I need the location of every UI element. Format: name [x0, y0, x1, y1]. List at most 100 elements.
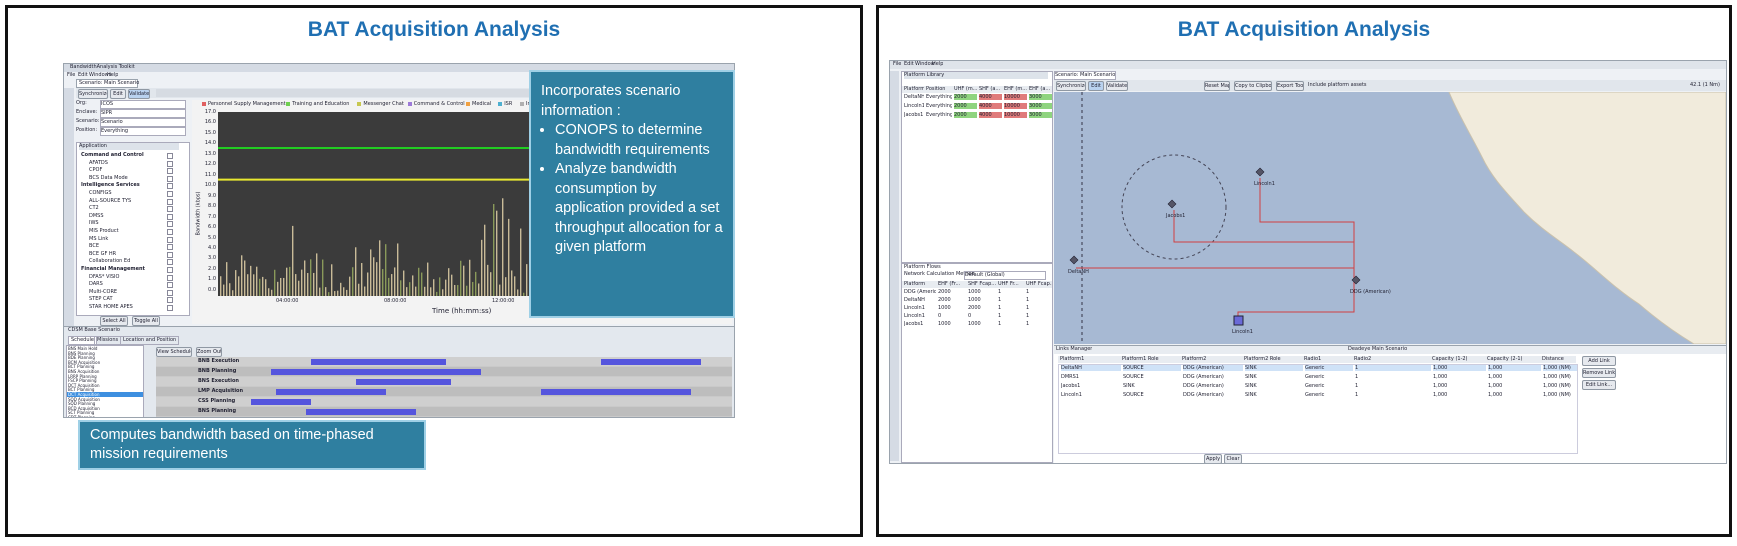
synchronize-button-right[interactable]: Synchronize	[1056, 81, 1086, 91]
menu-help[interactable]: Help	[107, 72, 118, 79]
view-schedule-button[interactable]: View Schedule	[156, 347, 192, 357]
tree-item[interactable]: STEP CAT	[89, 296, 173, 304]
table-cell[interactable]: 3000	[1029, 103, 1052, 109]
table-cell[interactable]: 1	[998, 289, 1024, 295]
table-cell[interactable]: 1,000	[1433, 365, 1486, 371]
table-cell[interactable]: 1	[1355, 365, 1431, 371]
bottom-tab[interactable]: CDSM Base Scenario	[68, 327, 120, 334]
table-cell[interactable]: Jacobs1	[1061, 383, 1121, 389]
table-cell[interactable]: 1,000 (NM)	[1543, 365, 1577, 371]
table-cell[interactable]: 1,000	[1488, 374, 1541, 380]
edit-link-button[interactable]: Edit Link...	[1582, 380, 1616, 390]
table-cell[interactable]: 10000	[1004, 112, 1027, 118]
table-cell[interactable]: 2000	[938, 297, 966, 303]
menu-edit[interactable]: Edit	[78, 72, 88, 79]
table-cell[interactable]: Jacobs1	[904, 321, 936, 327]
table-cell[interactable]: 1	[1355, 383, 1431, 389]
table-cell[interactable]: SINK	[1123, 383, 1181, 389]
tree-item[interactable]: IWS	[89, 220, 173, 228]
tree-item[interactable]: CPOF	[89, 167, 173, 175]
table-cell[interactable]: Lincoln1	[904, 103, 924, 109]
tree-item-checkbox[interactable]	[167, 289, 173, 296]
table-cell[interactable]: SINK	[1245, 374, 1303, 380]
menu-edit-right[interactable]: Edit	[904, 61, 914, 68]
export-tool-button[interactable]: Export Tool	[1276, 81, 1304, 91]
table-cell[interactable]: SOURCE	[1123, 392, 1181, 398]
table-cell[interactable]: 1,000 (NM)	[1543, 383, 1577, 389]
tree-item-checkbox[interactable]	[167, 259, 173, 266]
table-cell[interactable]: 2000	[954, 103, 977, 109]
tree-item[interactable]: CT2	[89, 205, 173, 213]
tree-item[interactable]: ALL-SOURCE TYS	[89, 198, 173, 205]
menu-file[interactable]: File	[67, 72, 75, 79]
table-cell[interactable]: Everything	[926, 103, 952, 109]
table-cell[interactable]: 1,000	[1433, 383, 1486, 389]
tree-item-checkbox[interactable]	[167, 221, 173, 228]
table-cell[interactable]: 1000	[968, 321, 996, 327]
table-cell[interactable]: SINK	[1245, 365, 1303, 371]
map-view[interactable]: DeltaNH Jacobs1 Lincoln1 DDG (American) Linc…	[1054, 92, 1726, 344]
table-cell[interactable]: DDG (American)	[1183, 374, 1243, 380]
tree-item[interactable]: BCE	[89, 243, 173, 251]
table-cell[interactable]: SINK	[1245, 383, 1303, 389]
validate-button-right[interactable]: Validate	[1106, 81, 1128, 91]
table-cell[interactable]: 1	[1026, 305, 1052, 311]
tree-item-checkbox[interactable]	[167, 274, 173, 281]
table-cell[interactable]: 10000	[1004, 94, 1027, 100]
table-cell[interactable]: 1	[998, 305, 1024, 311]
tree-item-checkbox[interactable]	[167, 305, 173, 311]
tree-item[interactable]: DARS	[89, 281, 173, 289]
apply-button[interactable]: Apply	[1204, 454, 1222, 463]
subtab-schedule[interactable]: Schedule	[68, 336, 97, 345]
table-cell[interactable]: DDG (American)	[1183, 392, 1243, 398]
reset-map-button[interactable]: Reset Map	[1204, 81, 1230, 91]
table-cell[interactable]: Generic	[1305, 365, 1353, 371]
tree-item-checkbox[interactable]	[167, 198, 173, 205]
table-cell[interactable]: SOURCE	[1123, 374, 1181, 380]
table-cell[interactable]: 1	[1026, 289, 1052, 295]
synchronize-button[interactable]: Synchronize	[78, 89, 108, 99]
table-cell[interactable]: 2000	[954, 112, 977, 118]
tree-item-checkbox[interactable]	[167, 251, 173, 258]
table-cell[interactable]: 1	[1026, 313, 1052, 319]
gantt-mission-bar[interactable]	[306, 409, 416, 415]
tree-item[interactable]: CONFIGS	[89, 190, 173, 197]
table-cell[interactable]: 1	[1355, 392, 1431, 398]
select-all-button[interactable]: Select All	[100, 316, 128, 326]
tree-item[interactable]: STAR HOME APES	[89, 304, 173, 311]
table-cell[interactable]: 1	[998, 297, 1024, 303]
tree-item-checkbox[interactable]	[167, 206, 173, 213]
table-cell[interactable]: Everything	[926, 112, 952, 118]
copy-clipboard-button[interactable]: Copy to Clipboard	[1234, 81, 1272, 91]
table-cell[interactable]: 1,000	[1488, 383, 1541, 389]
table-cell[interactable]: 4000	[979, 94, 1002, 100]
add-link-button[interactable]: Add Link	[1582, 356, 1616, 366]
tree-item-checkbox[interactable]	[167, 297, 173, 304]
table-cell[interactable]: 0	[968, 313, 996, 319]
table-cell[interactable]: DMRS1	[1061, 374, 1121, 380]
table-cell[interactable]: DDG (American)	[904, 289, 936, 295]
table-cell[interactable]: Everything	[926, 94, 952, 100]
table-cell[interactable]: 1000	[938, 321, 966, 327]
table-cell[interactable]: 2000	[954, 94, 977, 100]
table-cell[interactable]: 1	[998, 321, 1024, 327]
menu-file-right[interactable]: File	[893, 61, 901, 68]
table-cell[interactable]: DeltaNH	[904, 94, 924, 100]
tree-item-checkbox[interactable]	[167, 175, 173, 182]
table-cell[interactable]: Generic	[1305, 392, 1353, 398]
menu-help-right[interactable]: Help	[932, 61, 943, 68]
edit-button-right[interactable]: Edit	[1088, 81, 1104, 91]
gantt-mission-bar[interactable]	[541, 389, 691, 395]
table-cell[interactable]: 1,000	[1488, 392, 1541, 398]
gantt-mission-bar[interactable]	[271, 369, 481, 375]
tree-item[interactable]: DFAS* VISIO	[89, 274, 173, 281]
table-cell[interactable]: Lincoln1	[904, 305, 936, 311]
toggle-all-button[interactable]: Toggle All	[132, 316, 160, 326]
tree-item[interactable]: BCS Data Mode	[89, 175, 173, 182]
subtab-location[interactable]: Location and Position	[120, 336, 180, 345]
table-cell[interactable]: 10000	[1004, 103, 1027, 109]
table-cell[interactable]: 1	[998, 313, 1024, 319]
edit-button[interactable]: Edit	[110, 89, 126, 99]
tree-item-checkbox[interactable]	[167, 191, 173, 197]
subtab-missions[interactable]: Missions	[94, 336, 122, 345]
